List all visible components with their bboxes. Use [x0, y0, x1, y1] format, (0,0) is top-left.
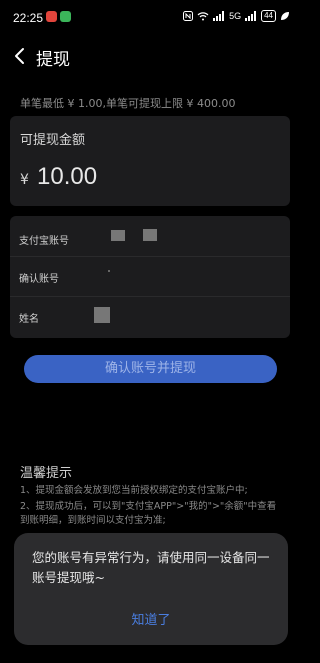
limit-text: 单笔最低 ¥ 1.00,单笔可提现上限 ¥ 400.00	[20, 97, 236, 110]
divider	[10, 296, 290, 297]
dialog-message: 您的账号有异常行为，请使用同一设备同一账号提现哦~	[32, 550, 270, 585]
leaf-icon	[281, 12, 289, 20]
masked-value	[111, 230, 125, 241]
status-bar: 22:25 5G 44	[0, 0, 300, 36]
chat-app-icon	[60, 11, 71, 22]
tips-title: 温馨提示	[20, 466, 73, 481]
name-label: 姓名	[19, 314, 39, 325]
divider	[10, 256, 290, 257]
alipay-account-field[interactable]	[105, 224, 285, 250]
page-title: 提现	[36, 50, 70, 70]
nfc-icon	[183, 11, 194, 21]
amount-label: 可提现金额	[20, 133, 86, 148]
alert-dialog: 您的账号有异常行为，请使用同一设备同一账号提现哦~ 知道了	[14, 533, 288, 645]
status-time: 22:25	[13, 11, 44, 25]
account-info-card: 支付宝账号 确认账号 姓名	[10, 216, 290, 338]
back-arrow-icon[interactable]	[10, 46, 30, 66]
masked-value	[94, 307, 110, 323]
name-field[interactable]	[90, 302, 285, 330]
confirm-account-label: 确认账号	[19, 274, 59, 285]
confirm-account-field[interactable]	[90, 260, 285, 288]
tip-item: 1、提现金额会发放到您当前授权绑定的支付宝账户中;	[20, 485, 248, 496]
battery-icon: 44	[261, 10, 276, 22]
cursor-mark	[108, 270, 110, 272]
music-app-icon	[46, 11, 57, 22]
dialog-ok-button[interactable]: 知道了	[14, 609, 288, 628]
wifi-icon	[197, 12, 209, 21]
signal-icon	[213, 11, 225, 21]
amount-value: 10.00	[37, 163, 98, 190]
confirm-withdraw-button[interactable]: 确认账号并提现	[24, 355, 277, 383]
status-icons: 5G 44	[183, 10, 290, 22]
masked-value	[143, 229, 157, 241]
alipay-account-label: 支付宝账号	[19, 236, 69, 247]
currency-symbol: ¥	[20, 172, 29, 188]
nav-bar: 提现	[0, 38, 300, 74]
amount-card: 可提现金额 ¥ 10.00	[10, 116, 290, 206]
network-type: 5G	[229, 11, 242, 21]
signal-icon-2	[245, 11, 257, 21]
tip-item: 2、提现成功后，可以到"支付宝APP">"我的">"余额"中查看到账明细，到账时…	[20, 501, 277, 526]
